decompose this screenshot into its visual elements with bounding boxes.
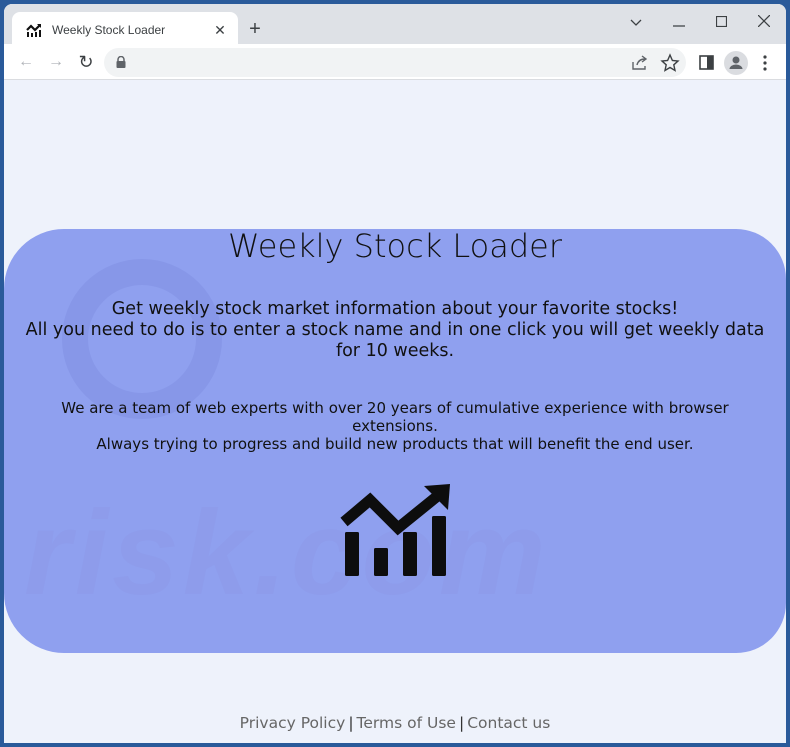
profile-avatar-icon[interactable] [724,51,748,75]
footer-links: Privacy Policy | Terms of Use | Contact us [4,714,786,732]
tab-weekly-stock-loader[interactable]: Weekly Stock Loader ✕ [12,12,238,48]
intro-line-1: Get weekly stock market information abou… [111,299,679,319]
menu-kebab-icon[interactable] [754,52,776,74]
browser-window: Weekly Stock Loader ✕ + ← → ↻ risk.com W… [4,4,786,743]
reload-button[interactable]: ↻ [74,50,98,74]
maximize-icon[interactable] [706,10,736,34]
page-content: risk.com Weekly Stock Loader Get weekly … [4,81,786,743]
lock-icon [116,56,126,68]
footer-separator: | [348,714,354,732]
forward-button[interactable]: → [44,50,68,74]
address-bar[interactable] [104,48,686,77]
share-icon[interactable] [630,53,650,73]
close-window-icon[interactable] [749,10,779,34]
about-line-2: Always trying to progress and build new … [96,435,694,453]
privacy-policy-link[interactable]: Privacy Policy [240,714,346,732]
minimize-icon[interactable] [664,10,694,34]
contact-us-link[interactable]: Contact us [467,714,550,732]
intro-line-2: All you need to do is to enter a stock n… [25,320,765,361]
side-panel-icon[interactable] [696,52,718,74]
chevron-down-icon[interactable] [621,10,651,34]
footer-separator: | [458,714,465,732]
tab-strip: Weekly Stock Loader ✕ + [4,4,786,48]
page-title: Weekly Stock Loader [227,229,562,265]
new-tab-button[interactable]: + [244,18,266,40]
hero-panel: risk.com Weekly Stock Loader Get weekly … [4,229,786,653]
chart-growth-icon [26,24,41,37]
close-tab-icon[interactable]: ✕ [212,22,228,38]
tab-title: Weekly Stock Loader [52,23,166,37]
browser-toolbar: ← → ↻ [4,44,786,80]
terms-of-use-link[interactable]: Terms of Use [357,714,456,732]
intro-text: Get weekly stock market information abou… [24,299,766,362]
about-text: We are a team of web experts with over 2… [44,399,746,453]
back-button[interactable]: ← [14,50,38,74]
stock-growth-chart-icon [340,484,450,576]
watermark-text: risk.com [24,486,550,620]
about-line-1: We are a team of web experts with over 2… [61,399,729,435]
bookmark-star-icon[interactable] [660,53,680,73]
